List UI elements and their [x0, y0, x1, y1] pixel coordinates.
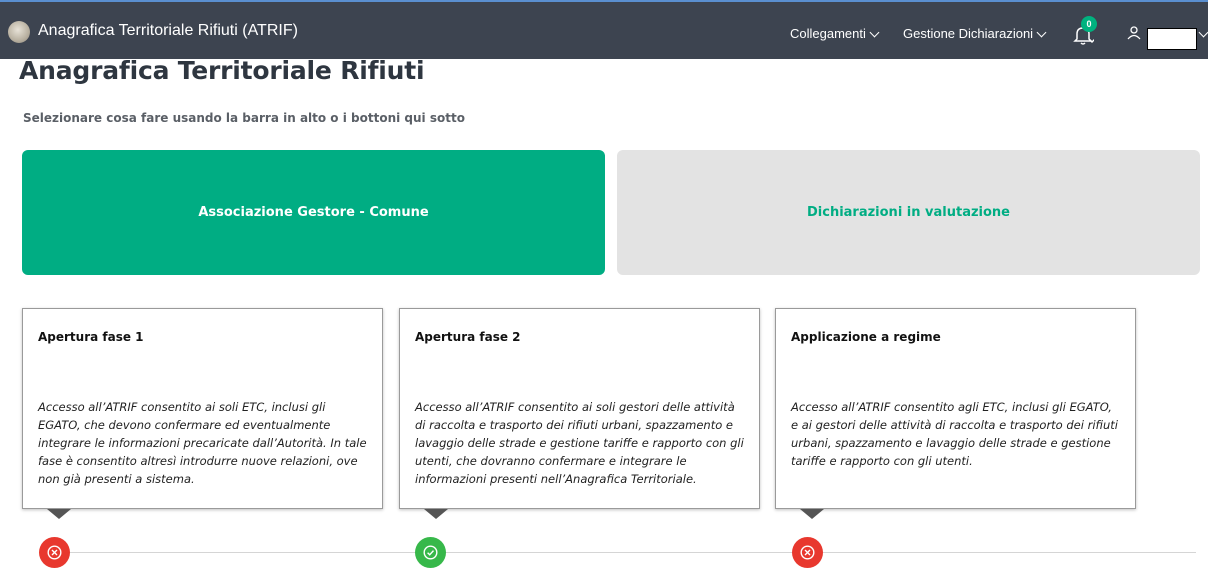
associazione-gestore-comune-button[interactable]: Associazione Gestore - Comune — [22, 150, 605, 275]
dichiarazioni-in-valutazione-button[interactable]: Dichiarazioni in valutazione — [617, 150, 1200, 275]
app-title[interactable]: Anagrafica Territoriale Rifiuti (ATRIF) — [38, 22, 298, 40]
notification-badge: 0 — [1081, 16, 1097, 32]
phase-card-text: Accesso all’ATRIF consentito ai soli ETC… — [38, 400, 367, 486]
nav-collegamenti-label: Collegamenti — [790, 26, 866, 41]
phase-status-1 — [39, 537, 70, 568]
phase-card-1: Apertura fase 1 Accesso all’ATRIF consen… — [22, 308, 383, 509]
timeline-line — [50, 552, 1196, 553]
phase-card-3: Applicazione a regime Accesso all’ATRIF … — [775, 308, 1136, 509]
phase-card-title: Applicazione a regime — [791, 330, 941, 344]
chevron-down-icon[interactable] — [1198, 27, 1208, 38]
chevron-down-icon — [1036, 27, 1047, 37]
associazione-gestore-comune-label: Associazione Gestore - Comune — [198, 205, 429, 220]
phase-card-text: Accesso all’ATRIF consentito agli ETC, i… — [791, 400, 1118, 468]
phase-status-3 — [792, 537, 823, 568]
nav-collegamenti[interactable]: Collegamenti — [790, 26, 880, 41]
phase-card-text: Accesso all’ATRIF consentito ai soli ges… — [415, 400, 744, 486]
top-navbar: Anagrafica Territoriale Rifiuti (ATRIF) … — [0, 0, 1208, 59]
user-name-redacted[interactable] — [1147, 28, 1197, 50]
chevron-down-icon — [869, 27, 880, 37]
emblem-logo — [8, 21, 30, 43]
phase-card-title: Apertura fase 2 — [415, 330, 521, 344]
phase-card-title: Apertura fase 1 — [38, 330, 144, 344]
phase-status-2 — [415, 537, 446, 568]
nav-gestione-dichiarazioni-label: Gestione Dichiarazioni — [903, 26, 1034, 41]
phase-card-2: Apertura fase 2 Accesso all’ATRIF consen… — [399, 308, 760, 509]
card-pointer — [47, 509, 71, 519]
x-circle-icon — [800, 545, 815, 560]
nav-gestione-dichiarazioni[interactable]: Gestione Dichiarazioni — [903, 26, 1047, 41]
page-subtitle: Selezionare cosa fare usando la barra in… — [23, 111, 465, 125]
x-circle-icon — [47, 545, 62, 560]
page-title: Anagrafica Territoriale Rifiuti — [19, 56, 425, 85]
dichiarazioni-in-valutazione-label: Dichiarazioni in valutazione — [806, 205, 1011, 220]
user-icon[interactable] — [1127, 26, 1141, 40]
check-circle-icon — [423, 545, 438, 560]
card-pointer — [800, 509, 824, 519]
card-pointer — [424, 509, 448, 519]
